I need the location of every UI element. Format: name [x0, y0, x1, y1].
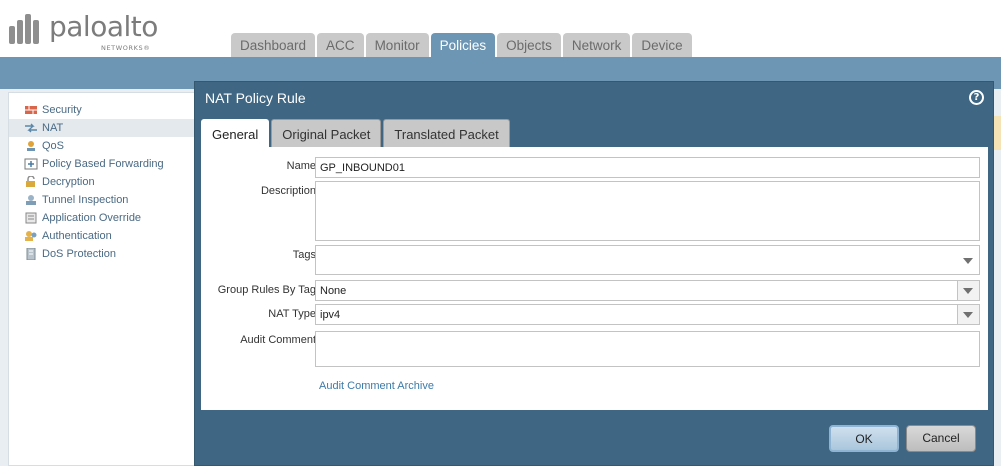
sidebar-item-label: Authentication — [42, 230, 112, 242]
sidebar-item-label: DoS Protection — [42, 248, 116, 260]
description-label: Description — [260, 185, 316, 197]
nav-tab-network[interactable]: Network — [562, 33, 631, 57]
nat-icon — [24, 122, 38, 134]
sidebar-item-security[interactable]: Security — [24, 101, 82, 119]
tags-combobox[interactable] — [315, 245, 980, 275]
brand-name: paloalto — [49, 10, 158, 43]
name-input[interactable]: GP_INBOUND01 — [315, 157, 980, 178]
sidebar-item-label: Tunnel Inspection — [42, 194, 129, 206]
logo-mark-icon — [9, 14, 43, 48]
sidebar: Security NAT QoS Policy Based Forwarding… — [0, 89, 198, 466]
app-override-icon — [24, 212, 38, 224]
nav-tab-dashboard[interactable]: Dashboard — [231, 33, 316, 57]
tags-label: Tags — [292, 249, 316, 261]
sidebar-item-application-override[interactable]: Application Override — [24, 209, 141, 227]
dialog-tabs: General Original Packet Translated Packe… — [201, 119, 512, 149]
audit-comment-label: Audit Comment — [240, 334, 316, 346]
chevron-down-icon — [963, 288, 973, 294]
chevron-down-icon[interactable] — [963, 258, 973, 264]
name-value: GP_INBOUND01 — [320, 162, 405, 174]
paloalto-logo: paloalto NETWORKS® — [9, 10, 159, 54]
qos-icon — [24, 140, 38, 152]
tab-translated-packet[interactable]: Translated Packet — [383, 119, 510, 148]
sidebar-item-dos-protection[interactable]: DoS Protection — [24, 245, 116, 263]
sidebar-item-pbf[interactable]: Policy Based Forwarding — [24, 155, 164, 173]
nat-policy-rule-dialog: NAT Policy Rule ? General Original Packe… — [194, 81, 994, 466]
ok-button[interactable]: OK — [829, 425, 899, 452]
description-textarea[interactable] — [315, 181, 980, 241]
nat-type-value: ipv4 — [320, 309, 341, 321]
security-rule-icon — [24, 104, 38, 116]
nav-tab-policies[interactable]: Policies — [430, 33, 496, 57]
dropdown-button[interactable] — [957, 281, 979, 300]
general-panel: Name GP_INBOUND01 Description Tags Group… — [201, 147, 988, 410]
nav-tab-device[interactable]: Device — [632, 33, 692, 57]
sidebar-item-decryption[interactable]: Decryption — [24, 173, 95, 191]
dos-protection-icon — [24, 247, 38, 261]
audit-comment-archive-link[interactable]: Audit Comment Archive — [319, 380, 434, 392]
sidebar-item-label: NAT — [42, 122, 64, 134]
lock-icon — [24, 175, 38, 188]
tab-original-packet[interactable]: Original Packet — [271, 119, 382, 148]
sidebar-item-label: Policy Based Forwarding — [42, 158, 164, 170]
tunnel-icon — [24, 194, 38, 206]
sidebar-panel: Security NAT QoS Policy Based Forwarding… — [8, 92, 198, 466]
main-nav: Dashboard ACC Monitor Policies Objects N… — [231, 33, 694, 57]
sidebar-item-label: Decryption — [42, 176, 95, 188]
sidebar-item-label: QoS — [42, 140, 65, 152]
group-rules-by-tag-value: None — [320, 285, 347, 297]
sidebar-item-nat[interactable]: NAT — [9, 119, 198, 137]
nat-type-label: NAT Type — [268, 308, 316, 320]
sidebar-item-label: Security — [42, 104, 82, 116]
nav-tab-monitor[interactable]: Monitor — [365, 33, 429, 57]
cancel-button[interactable]: Cancel — [906, 425, 976, 452]
sidebar-item-tunnel-inspection[interactable]: Tunnel Inspection — [24, 191, 128, 209]
nav-tab-objects[interactable]: Objects — [497, 33, 561, 57]
dialog-title: NAT Policy Rule — [205, 90, 306, 106]
group-rules-by-tag-select[interactable]: None — [315, 280, 980, 301]
users-icon — [24, 230, 38, 242]
audit-comment-textarea[interactable] — [315, 331, 980, 367]
brand-sub: NETWORKS® — [101, 44, 151, 52]
nav-tab-acc[interactable]: ACC — [317, 33, 364, 57]
tab-general[interactable]: General — [201, 119, 270, 149]
group-rules-by-tag-label: Group Rules By Tag — [217, 284, 316, 296]
nat-type-select[interactable]: ipv4 — [315, 304, 980, 325]
chevron-down-icon — [963, 312, 973, 318]
sidebar-item-qos[interactable]: QoS — [24, 137, 64, 155]
app-header: paloalto NETWORKS® Dashboard ACC Monitor… — [0, 0, 1001, 57]
pbf-icon — [24, 158, 38, 170]
name-label: Name — [286, 160, 316, 172]
help-icon[interactable]: ? — [969, 90, 984, 105]
sidebar-item-authentication[interactable]: Authentication — [24, 227, 112, 245]
sidebar-item-label: Application Override — [42, 212, 142, 224]
dropdown-button[interactable] — [957, 305, 979, 324]
